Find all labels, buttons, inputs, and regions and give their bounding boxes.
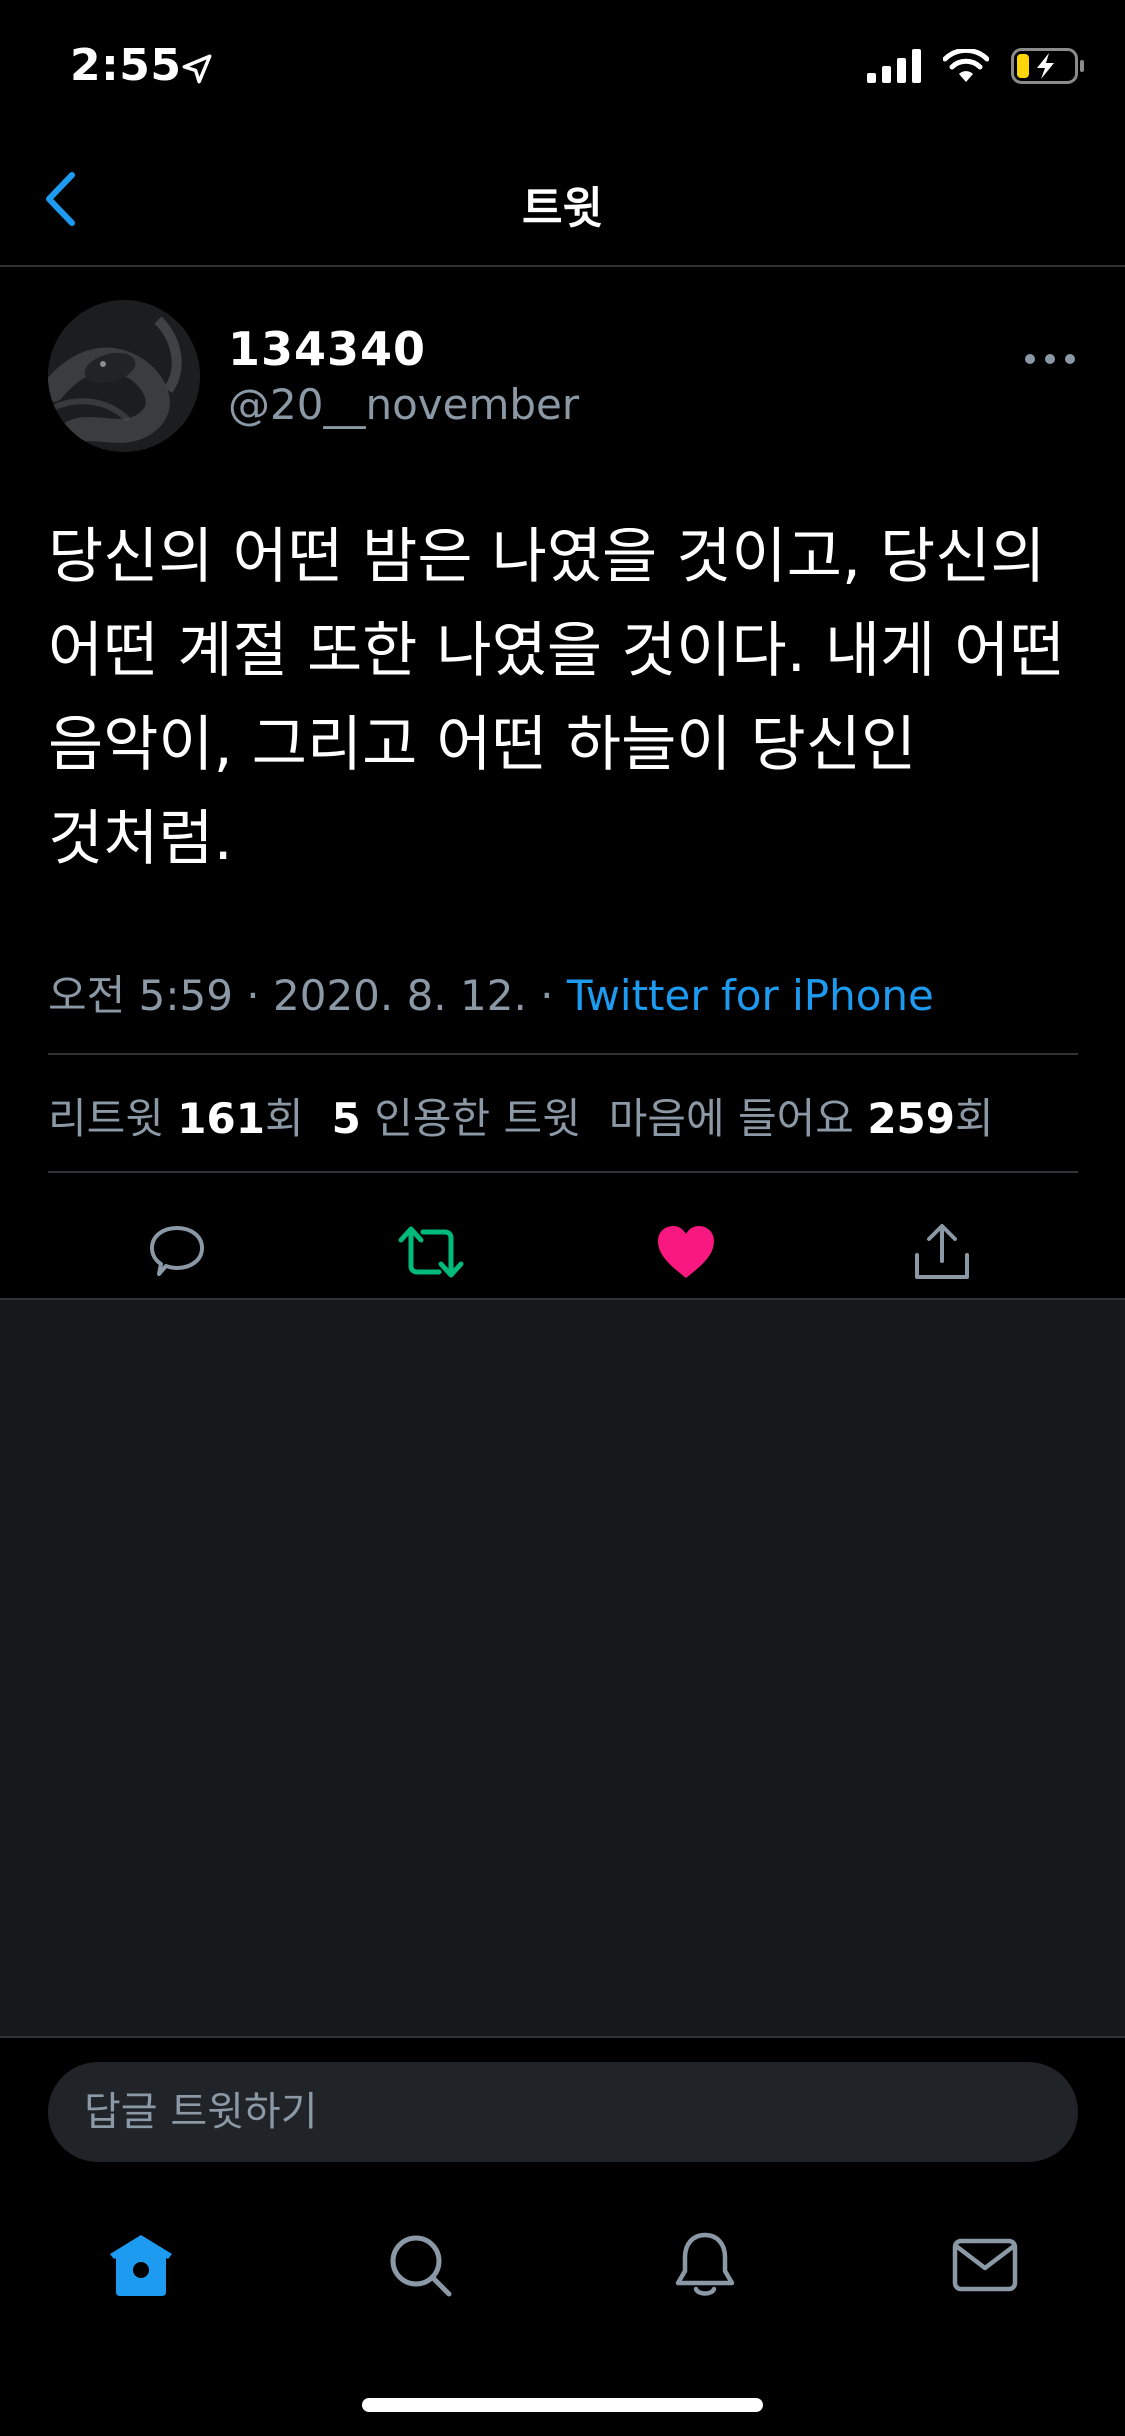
more-dot	[1065, 354, 1075, 364]
divider	[48, 1053, 1078, 1055]
more-horizontal-icon	[1025, 354, 1035, 364]
likes-count: 259	[867, 1094, 955, 1143]
more-dot	[1045, 354, 1055, 364]
avatar[interactable]	[48, 300, 200, 452]
retweets-count: 161	[177, 1094, 265, 1143]
quotes-count: 5	[331, 1094, 361, 1143]
home-indicator[interactable]	[362, 2398, 763, 2412]
battery-charging-icon	[1011, 48, 1084, 84]
home-icon	[110, 2235, 172, 2296]
retweets-stat[interactable]: 리트윗 161회	[48, 1085, 304, 1146]
tab-notifications[interactable]	[660, 2220, 750, 2310]
share-icon	[915, 1224, 969, 1279]
retweets-label: 리트윗	[48, 1094, 164, 1143]
tweet-text: 당신의 어떤 밤은 나였을 것이고, 당신의 어떤 계절 또한 나였을 것이다.…	[48, 522, 1065, 874]
tab-home[interactable]	[96, 2220, 186, 2310]
messages-envelope-icon	[952, 2238, 1018, 2292]
page-title: 트윗	[522, 183, 603, 234]
retweets-suffix: 회	[264, 1094, 304, 1143]
location-arrow-icon	[182, 54, 212, 84]
more-options-button[interactable]	[1025, 347, 1075, 371]
retweet-icon	[398, 1226, 464, 1278]
search-icon	[390, 2235, 452, 2297]
wifi-icon	[943, 49, 989, 82]
tweet-meta: 오전 5:59 · 2020. 8. 12. · Twitter for iPh…	[48, 962, 934, 1023]
reply-bubble-icon	[150, 1226, 204, 1276]
author-display-name[interactable]: 134340	[228, 322, 426, 376]
reply-button[interactable]	[137, 1212, 217, 1292]
tab-messages[interactable]	[940, 2220, 1030, 2310]
divider	[48, 1171, 1078, 1173]
tweet-source-link[interactable]: Twitter for iPhone	[567, 971, 934, 1020]
like-button[interactable]	[646, 1212, 726, 1292]
notifications-bell-icon	[675, 2232, 735, 2296]
avatar-image	[48, 300, 200, 452]
status-icons	[867, 48, 1085, 84]
tab-bar	[0, 2166, 1125, 2436]
tweet-timestamp: 오전 5:59 · 2020. 8. 12. ·	[48, 971, 567, 1020]
tweet-actions	[0, 1202, 1125, 1302]
likes-suffix: 회	[954, 1094, 994, 1143]
likes-label: 마음에 들어요	[608, 1094, 854, 1143]
replies-area	[0, 1300, 1125, 2036]
status-bar: 2:55	[0, 0, 1125, 132]
reply-input[interactable]	[48, 2062, 1078, 2162]
retweet-button[interactable]	[391, 1212, 471, 1292]
author-handle[interactable]: @20__november	[228, 380, 579, 429]
quotes-stat[interactable]: 5 인용한 트윗	[332, 1085, 581, 1146]
share-button[interactable]	[902, 1212, 982, 1292]
cellular-signal-icon	[867, 49, 921, 83]
tab-search[interactable]	[375, 2220, 465, 2310]
likes-stat[interactable]: 마음에 들어요 259회	[609, 1085, 994, 1146]
tweet-stats: 리트윗 161회 5 인용한 트윗 마음에 들어요 259회	[48, 1085, 994, 1146]
quotes-label: 인용한 트윗	[374, 1094, 581, 1143]
nav-bar: 트윗	[0, 132, 1125, 267]
reply-bar	[0, 2036, 1125, 2168]
heart-filled-icon	[658, 1226, 714, 1278]
status-time: 2:55	[70, 40, 182, 91]
tweet-detail: 134340 @20__november 당신의 어떤 밤은 나였을 것이고, …	[0, 267, 1125, 1299]
